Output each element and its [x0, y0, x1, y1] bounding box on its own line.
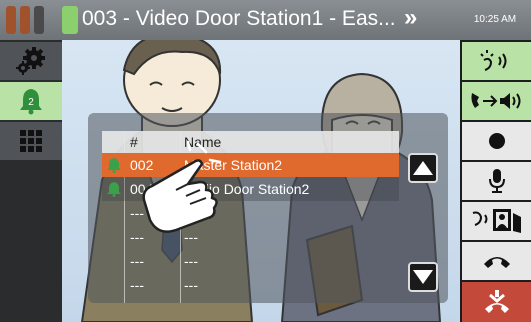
microphone-icon [488, 169, 505, 193]
intercom-screen: 003 - Video Door Station1 - Eas... » 10:… [0, 0, 531, 322]
left-toolbar: 2 [0, 40, 62, 322]
status-indicator [20, 6, 30, 34]
door-release-button[interactable] [462, 202, 531, 240]
title-bar: 003 - Video Door Station1 - Eas... » 10:… [0, 0, 531, 40]
door-release-icon [472, 209, 521, 233]
clock: 10:25 AM [473, 14, 517, 25]
transfer-to-speaker-button[interactable] [462, 82, 531, 120]
scroll-up-button[interactable] [408, 153, 438, 183]
list-item[interactable]: --- --- [102, 273, 399, 297]
hang-up-icon [484, 290, 509, 313]
station-number: --- [130, 253, 144, 269]
talk-mode-button[interactable] [462, 42, 531, 80]
station-title: 003 - Video Door Station1 - Eas... [82, 7, 396, 30]
station-number: --- [130, 277, 144, 293]
settings-button[interactable] [0, 42, 62, 80]
status-indicator [34, 6, 44, 34]
touch-hand-icon [142, 140, 222, 233]
keypad-button[interactable] [0, 122, 62, 160]
bell-icon: 2 [20, 89, 42, 115]
bell-icon [102, 153, 126, 177]
notification-button[interactable]: 2 [0, 82, 62, 120]
station-name: --- [184, 277, 198, 293]
double-chevron-right-icon[interactable]: » [404, 4, 417, 32]
voice-icon [479, 50, 506, 71]
triangle-up-icon [413, 161, 433, 175]
keypad-icon [20, 130, 42, 152]
station-name: --- [184, 253, 198, 269]
hang-up-button[interactable] [462, 282, 531, 322]
gear-icon [16, 47, 45, 75]
list-item[interactable]: --- --- [102, 249, 399, 273]
right-toolbar [460, 40, 531, 322]
triangle-down-icon [413, 270, 433, 284]
scroll-down-button[interactable] [408, 262, 438, 292]
status-indicator [62, 6, 78, 34]
microphone-button[interactable] [462, 162, 531, 200]
record-button[interactable] [462, 122, 531, 160]
handset-icon [483, 257, 510, 268]
transfer-speaker-icon [470, 93, 520, 109]
status-indicator [6, 6, 16, 34]
record-icon [488, 133, 505, 149]
handset-button[interactable] [462, 242, 531, 280]
notification-badge-count: 2 [28, 97, 34, 108]
bell-icon [102, 177, 126, 201]
